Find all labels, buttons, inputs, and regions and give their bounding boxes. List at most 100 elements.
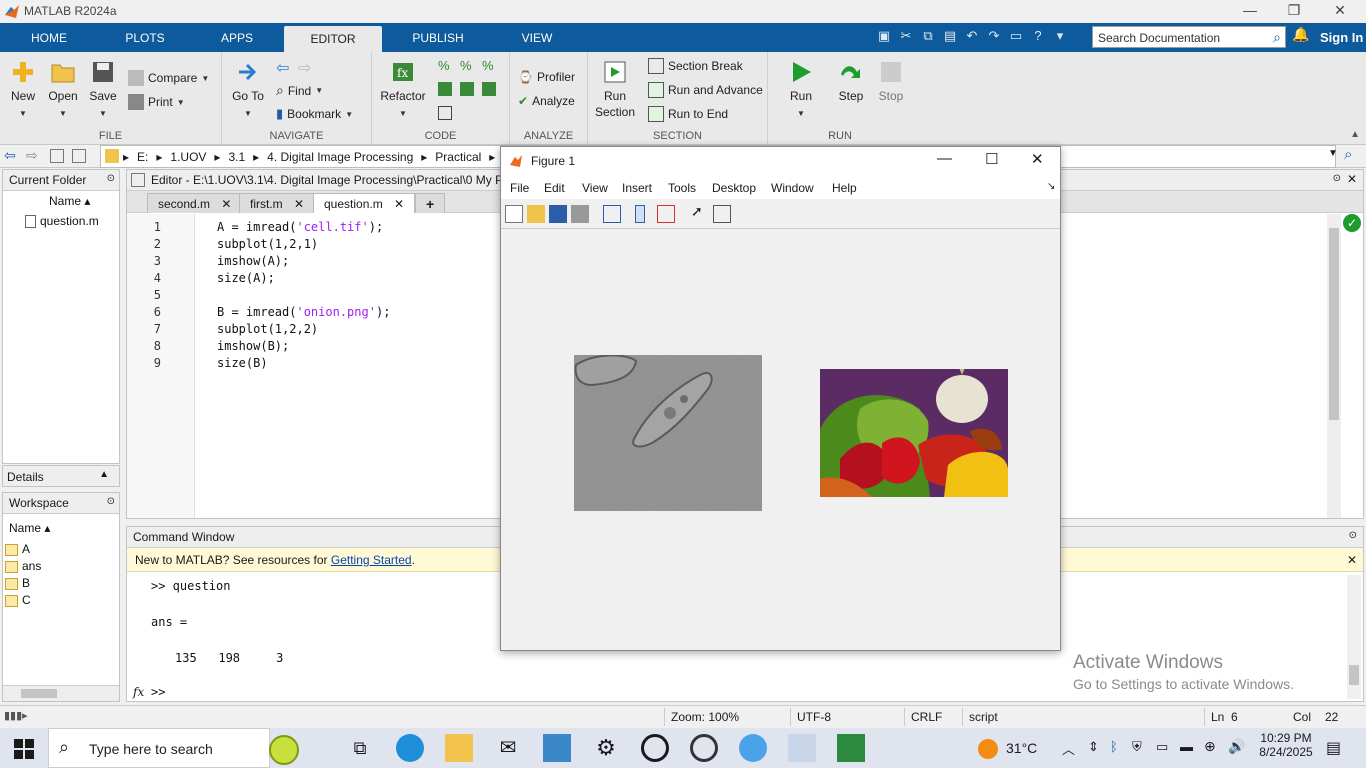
volume-icon[interactable]: 🔊 (1228, 738, 1245, 755)
mail-icon[interactable]: ✉ (494, 734, 522, 762)
menu-insert[interactable]: Insert (622, 181, 652, 195)
open-file-icon[interactable] (527, 205, 545, 223)
code-folding-icon[interactable] (438, 106, 452, 120)
whatsapp-icon[interactable] (641, 734, 669, 762)
copilot-icon[interactable] (739, 734, 767, 762)
close-tab-icon[interactable]: ✕ (294, 197, 304, 211)
add-tab-button[interactable]: + (415, 193, 446, 213)
forward-arrow-icon[interactable]: ⇨ (298, 58, 311, 78)
tab-publish[interactable]: PUBLISH (405, 23, 471, 52)
breadcrumb-item[interactable]: Practical (435, 150, 481, 164)
file-explorer-icon[interactable] (445, 734, 473, 762)
up-folder-icon[interactable] (50, 149, 64, 163)
step-button[interactable]: Step (832, 60, 870, 104)
new-button[interactable]: New ▼ (6, 60, 40, 122)
workspace-var[interactable]: ans (5, 559, 41, 573)
workspace-var[interactable]: C (5, 593, 31, 607)
collapse-ribbon-icon[interactable]: ▲ (1350, 129, 1360, 140)
save-icon[interactable]: ▣ (873, 25, 895, 47)
property-editor-icon[interactable] (713, 205, 731, 223)
code-line[interactable]: imshow(B); (217, 339, 289, 353)
search-folder-icon[interactable]: ⌕ (1344, 146, 1352, 163)
menu-edit[interactable]: Edit (544, 181, 565, 195)
decrease-indent-icon[interactable] (460, 82, 474, 96)
vertical-scrollbar[interactable] (1347, 575, 1361, 699)
cut-icon[interactable]: ✂ (895, 25, 917, 47)
clock[interactable]: 10:29 PM 8/24/2025 (1256, 731, 1316, 759)
close-icon[interactable]: ✕ (1031, 150, 1044, 168)
bell-icon[interactable]: 🔔 (1292, 26, 1309, 43)
column-header-name[interactable]: Name ▴ (49, 194, 90, 208)
stop-button[interactable]: Stop (872, 60, 910, 104)
run-to-end-button[interactable]: Run to End (648, 106, 728, 122)
wrap-comments-icon[interactable]: % (482, 58, 494, 73)
globe-icon[interactable]: ⊕ (1204, 738, 1216, 755)
windows-start-icon[interactable] (14, 739, 34, 759)
taskbar-search-box[interactable]: ⌕ Type here to search (48, 728, 299, 768)
paste-icon[interactable]: ▤ (939, 25, 961, 47)
network-icon[interactable]: ⇕ (1088, 739, 1099, 755)
display-icon[interactable]: ▭ (1156, 739, 1168, 755)
close-banner-icon[interactable]: ✕ (1347, 548, 1357, 572)
minimize-icon[interactable]: — (1230, 2, 1270, 18)
search-documentation-input[interactable]: Search Documentation ⌕ (1092, 26, 1286, 48)
compare-button[interactable]: Compare ▼ (128, 70, 209, 86)
workspace-var[interactable]: A (5, 542, 30, 556)
code-line[interactable]: B = imread('onion.png'); (217, 305, 390, 319)
file-item[interactable]: question.m (9, 214, 99, 229)
menu-file[interactable]: File (510, 181, 529, 195)
editor-tab-question[interactable]: question.m ✕ (313, 193, 416, 213)
chevron-up-icon[interactable]: ▲ (99, 469, 109, 480)
section-break-button[interactable]: Section Break (648, 58, 743, 74)
chatgpt-icon[interactable] (690, 734, 718, 762)
breadcrumb-item[interactable]: 3.1 (228, 150, 245, 164)
go-to-button[interactable]: Go To ▼ (228, 60, 268, 122)
scrollbar-thumb[interactable] (21, 689, 57, 698)
column-header-name[interactable]: Name ▴ (9, 521, 50, 535)
chevron-down-icon[interactable]: ▾ (1049, 25, 1071, 47)
back-icon[interactable]: ⇦ (4, 147, 16, 164)
run-button[interactable]: Run ▼ (782, 60, 820, 122)
horizontal-scrollbar[interactable] (3, 685, 119, 701)
details-panel[interactable]: Details ▲ (2, 465, 120, 487)
eol-status[interactable]: CRLF (904, 708, 960, 726)
help-icon[interactable]: ? (1027, 25, 1049, 47)
close-tab-icon[interactable]: ✕ (394, 197, 404, 211)
run-section-button[interactable]: Run Section (592, 60, 638, 120)
code-line[interactable]: size(A); (217, 271, 275, 285)
find-button[interactable]: ⌕ Find ▼ (276, 82, 323, 99)
panel-menu-icon[interactable]: ⊙ (1349, 530, 1357, 541)
code-line[interactable]: subplot(1,2,2) (217, 322, 318, 336)
redo-icon[interactable]: ↷ (983, 25, 1005, 47)
menu-tools[interactable]: Tools (668, 181, 696, 195)
encoding-status[interactable]: UTF-8 (790, 708, 902, 726)
close-tab-icon[interactable]: ✕ (221, 197, 231, 211)
edge-browser-icon[interactable] (396, 734, 424, 762)
menu-help[interactable]: Help (832, 181, 857, 195)
forward-icon[interactable]: ⇨ (26, 147, 38, 164)
open-button[interactable]: Open ▼ (44, 60, 82, 122)
save-figure-icon[interactable] (549, 205, 567, 223)
print-figure-icon[interactable] (571, 205, 589, 223)
uncomment-icon[interactable]: % (460, 58, 472, 73)
breadcrumb-item[interactable]: 4. Digital Image Processing (267, 150, 413, 164)
panel-menu-icon[interactable]: ⊙ (107, 496, 115, 507)
temperature[interactable]: 31°C (1006, 740, 1037, 756)
breadcrumb-item[interactable]: 1.UOV (170, 150, 206, 164)
undo-icon[interactable]: ↶ (961, 25, 983, 47)
panel-menu-icon[interactable]: ⊙ (107, 173, 115, 184)
search-icon[interactable]: ⌕ (1273, 29, 1281, 46)
dock-icon[interactable]: ↘ (1047, 181, 1055, 192)
task-view-icon[interactable]: ⧉ (346, 734, 374, 762)
breadcrumb-item[interactable]: E: (137, 150, 148, 164)
smart-indent-icon[interactable] (438, 82, 452, 96)
second-app-icon[interactable] (837, 734, 865, 762)
link-plot-icon[interactable] (603, 205, 621, 223)
code-analyzer-ok-icon[interactable]: ✓ (1343, 214, 1361, 232)
photos-icon[interactable] (543, 734, 571, 762)
weather-icon[interactable] (978, 739, 998, 759)
legend-icon[interactable] (657, 205, 675, 223)
panel-menu-icon[interactable]: ⊙ (1333, 173, 1341, 184)
switch-windows-icon[interactable]: ▭ (1005, 25, 1027, 47)
bluetooth-icon[interactable]: ᛒ (1110, 739, 1118, 754)
